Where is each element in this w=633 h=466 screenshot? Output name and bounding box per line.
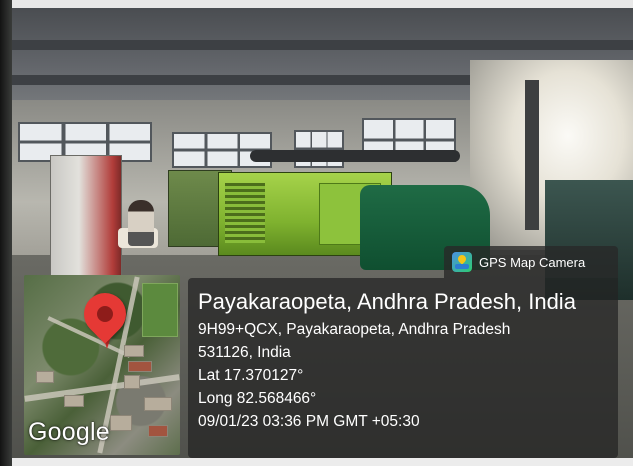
longitude-text: Long 82.568466° bbox=[198, 390, 317, 407]
google-logo: Google bbox=[28, 418, 110, 446]
left-edge bbox=[0, 0, 12, 466]
map-thumbnail: Google bbox=[24, 275, 180, 455]
location-info-panel: Payakaraopeta, Andhra Pradesh, India 9H9… bbox=[188, 278, 618, 458]
map-building bbox=[144, 397, 172, 411]
address-line-2: 531126, India bbox=[198, 344, 291, 361]
map-building bbox=[110, 415, 132, 431]
map-building bbox=[128, 361, 152, 372]
bottom-border bbox=[0, 458, 633, 466]
location-title: Payakaraopeta, Andhra Pradesh, India bbox=[198, 289, 576, 314]
datetime-text: 09/01/23 03:36 PM GMT +05:30 bbox=[198, 413, 420, 430]
app-badge-label: GPS Map Camera bbox=[479, 254, 586, 270]
map-building bbox=[148, 425, 168, 437]
electrical-panel bbox=[50, 155, 122, 277]
map-building bbox=[36, 371, 54, 383]
top-border bbox=[0, 0, 633, 8]
seated-person bbox=[128, 200, 154, 246]
map-building bbox=[124, 375, 140, 389]
address-line-1: 9H99+QCX, Payakaraopeta, Andhra Pradesh bbox=[198, 321, 511, 338]
ceiling-beam bbox=[12, 40, 633, 50]
vertical-pipe bbox=[525, 80, 539, 230]
app-badge: GPS Map Camera bbox=[444, 246, 618, 278]
map-building bbox=[64, 395, 84, 407]
map-field bbox=[142, 283, 178, 337]
exhaust-pipe bbox=[250, 150, 460, 162]
gps-map-camera-icon bbox=[452, 252, 472, 272]
latitude-text: Lat 17.370127° bbox=[198, 367, 304, 384]
window bbox=[294, 130, 344, 168]
map-building bbox=[124, 345, 144, 357]
generator-vent bbox=[225, 183, 265, 243]
